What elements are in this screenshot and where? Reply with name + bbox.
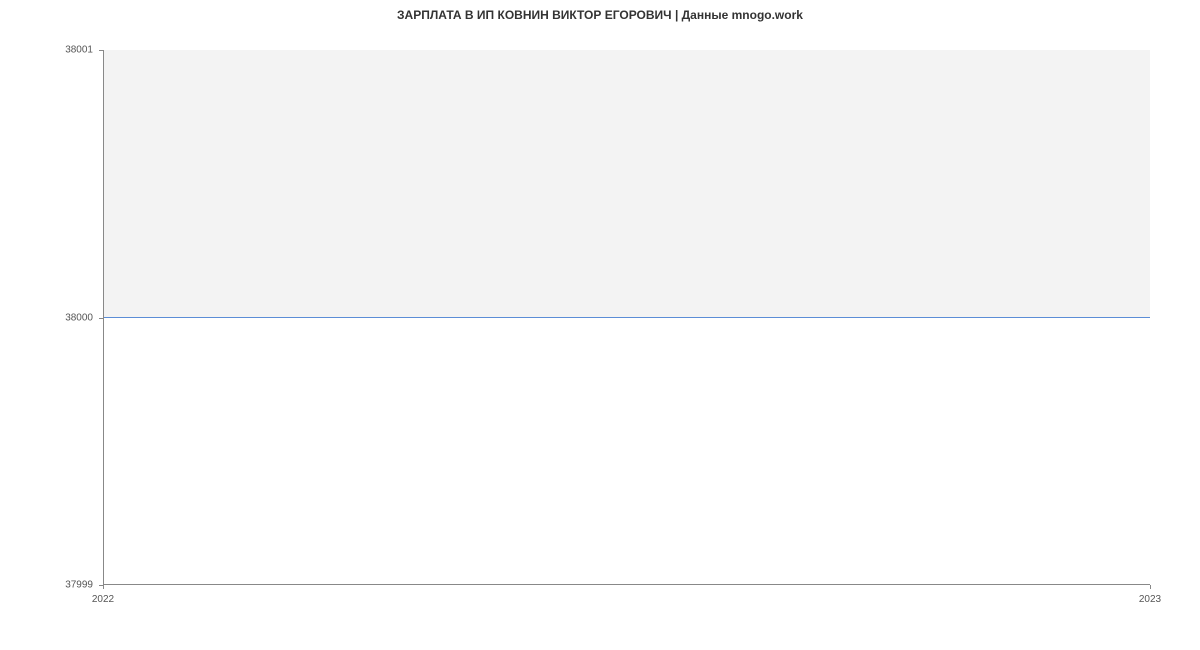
x-tick-mark bbox=[103, 585, 104, 589]
x-tick-mark bbox=[1150, 585, 1151, 589]
x-tick-label: 2023 bbox=[1139, 588, 1161, 605]
chart-title: ЗАРПЛАТА В ИП КОВНИН ВИКТОР ЕГОРОВИЧ | Д… bbox=[0, 8, 1200, 22]
x-tick-label: 2022 bbox=[92, 588, 114, 605]
y-tick-label: 38001 bbox=[65, 45, 99, 56]
chart-line bbox=[104, 317, 1150, 318]
chart-container: 38001 38000 37999 2022 2023 bbox=[55, 30, 1190, 610]
y-tick-label: 38000 bbox=[65, 312, 99, 323]
plot-area bbox=[103, 50, 1150, 585]
chart-fill bbox=[104, 50, 1150, 317]
